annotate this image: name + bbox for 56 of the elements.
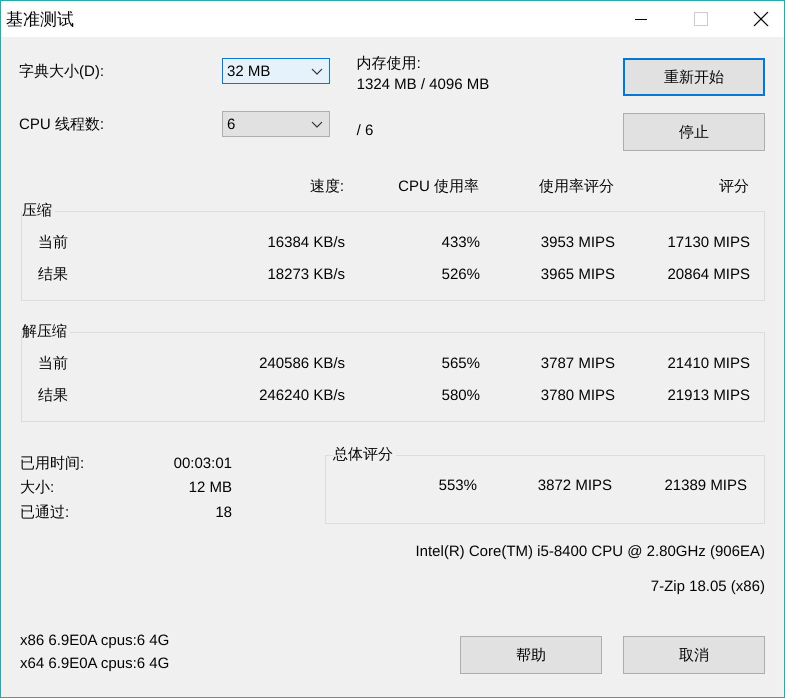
dropdown[interactable]: 32 MB <box>222 58 330 84</box>
column-header: 速度: <box>308 176 344 196</box>
stat-label: 已用时间: <box>20 454 84 473</box>
arch-info: x64 6.9E0A cpus:6 4G <box>20 655 170 672</box>
version-text: 7-Zip 18.05 (x86) <box>650 578 765 595</box>
table-cell-text: 20864 MIPS <box>666 266 750 282</box>
table-cell-text: 21913 MIPS <box>666 386 750 404</box>
row-label: 结果 <box>37 264 69 284</box>
row-label: 当前 <box>37 354 69 372</box>
minimize-icon[interactable] <box>635 18 647 20</box>
table-cell-text: 3780 MIPS <box>540 386 615 404</box>
group-title: 总体评分 <box>333 446 396 464</box>
table-cell-text: 3965 MIPS <box>540 266 615 282</box>
table-cell-text: 553% <box>438 477 477 494</box>
table-cell-text: 18273 KB/s <box>266 266 345 282</box>
row-label: 当前 <box>37 232 69 252</box>
table-cell-text: 3953 MIPS <box>540 234 615 250</box>
setting-label: 字典大小(D): <box>19 62 105 80</box>
table-cell-text: 433% <box>440 234 480 250</box>
stat-value: 18 <box>215 504 232 521</box>
dropdown-caret-icon <box>311 68 323 74</box>
table-cell-text: 16384 KB/s <box>266 234 345 250</box>
column-header: 使用率评分 <box>538 176 614 196</box>
column-header: CPU 使用率 <box>397 176 479 196</box>
arch-info: x86 6.9E0A cpus:6 4G <box>20 632 170 649</box>
cpu-info: Intel(R) Core(TM) i5-8400 CPU @ 2.80GHz (906EA) <box>416 543 765 560</box>
group-title: 压缩 <box>22 202 55 220</box>
dropdown[interactable]: 6 <box>222 111 330 137</box>
action-button[interactable]: 取消 <box>623 636 765 674</box>
group-title: 解压缩 <box>22 323 70 341</box>
stat-value: 00:03:01 <box>174 454 232 472</box>
table-cell-text: 526% <box>440 266 480 282</box>
close-icon[interactable] <box>753 11 769 27</box>
column-header: 评分 <box>718 176 749 196</box>
table-cell-text: 3872 MIPS <box>536 477 612 494</box>
table-cell-text: 580% <box>440 386 480 404</box>
action-button[interactable]: 停止 <box>623 113 765 151</box>
action-button[interactable]: 帮助 <box>460 636 602 674</box>
row-label: 结果 <box>37 386 69 404</box>
stat-label: 大小: <box>20 478 54 498</box>
action-button[interactable]: 重新开始 <box>623 58 765 96</box>
table-cell-text: 21410 MIPS <box>666 354 750 372</box>
table-cell-text: 565% <box>440 354 480 372</box>
thread-total: / 6 <box>356 122 374 139</box>
dropdown-caret-icon <box>311 120 323 128</box>
stat-value: 12 MB <box>188 479 232 496</box>
window-title: 基准测试 <box>5 8 75 30</box>
memory-value: 1324 MB / 4096 MB <box>356 76 490 93</box>
table-cell-text: 246240 KB/s <box>258 386 345 404</box>
memory-label: 内存使用: <box>356 54 422 73</box>
table-cell-text: 17130 MIPS <box>666 234 750 250</box>
table-cell-text: 21389 MIPS <box>663 477 747 494</box>
stat-label: 已通过: <box>20 502 70 522</box>
setting-label: CPU 线程数: <box>19 114 106 134</box>
table-cell-text: 240586 KB/s <box>258 354 345 372</box>
table-cell-text: 3787 MIPS <box>540 354 615 372</box>
